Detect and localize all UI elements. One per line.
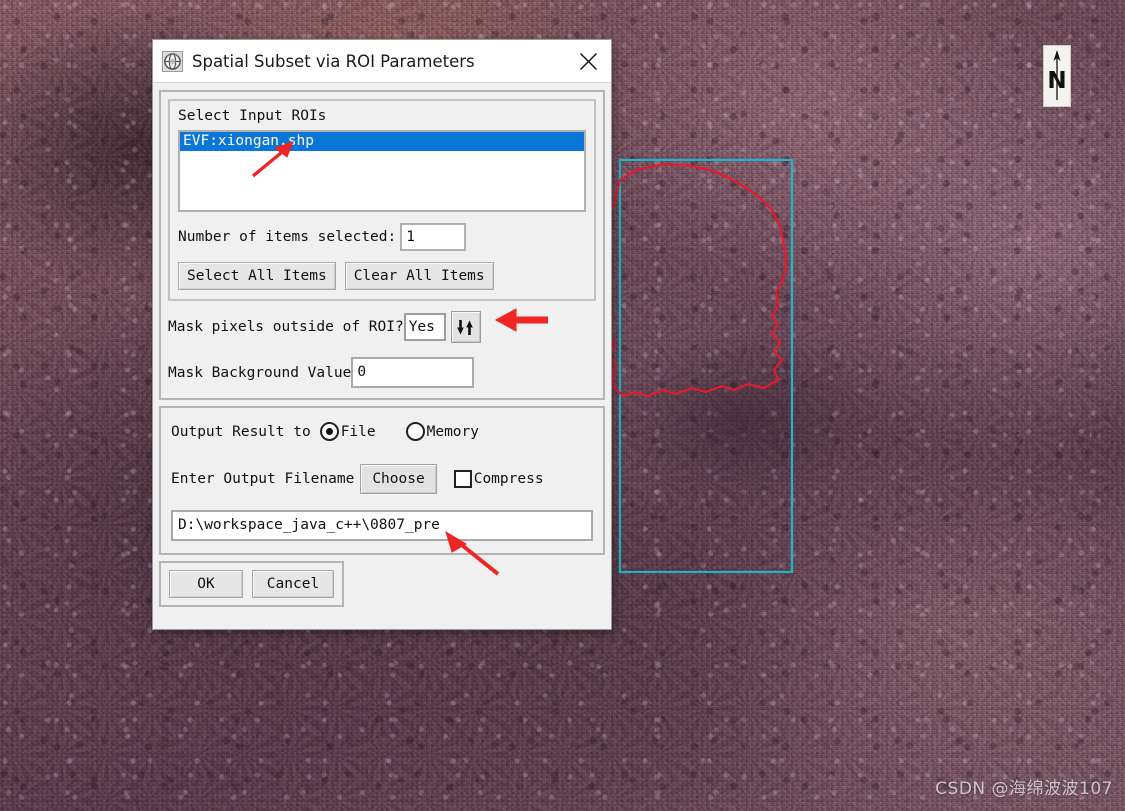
envi-globe-icon [162,50,183,72]
choose-button[interactable]: Choose [360,464,437,494]
compress-checkbox[interactable] [453,470,472,488]
select-input-rois-label: Select Input ROIs [178,108,327,124]
clear-all-items-button[interactable]: Clear All Items [344,262,494,290]
compress-label: Compress [473,471,544,487]
roi-and-mask-panel: Select Input ROIs EVF:xiongan.shp Number… [159,90,605,400]
dialog-body: Select Input ROIs EVF:xiongan.shp Number… [153,83,611,629]
output-file-label: File [340,423,376,440]
output-filename-label: Enter Output Filename [171,471,355,487]
spatial-subset-dialog: Spatial Subset via ROI Parameters Select… [152,39,612,630]
screen: N CSDN @海绵波波107 Spatial Subset via ROI P… [0,0,1125,811]
select-input-rois-group: Select Input ROIs EVF:xiongan.shp Number… [168,99,596,301]
roi-listbox[interactable]: EVF:xiongan.shp [178,130,586,212]
cancel-button[interactable]: Cancel [252,570,334,598]
output-panel: Output Result to File Memory Enter Outpu… [159,406,605,555]
mask-pixels-label: Mask pixels outside of ROI? [168,319,404,335]
list-item[interactable]: EVF:xiongan.shp [180,132,584,151]
close-icon[interactable] [565,41,611,82]
csdn-watermark: CSDN @海绵波波107 [935,779,1113,799]
urban-cluster-shading [600,330,880,510]
output-filename-input[interactable]: D:\workspace_java_c++\0807_pre [171,510,593,541]
mask-pixels-value[interactable]: Yes [403,313,446,341]
items-selected-value[interactable]: 1 [400,223,467,251]
dialog-title: Spatial Subset via ROI Parameters [192,51,475,71]
output-memory-label: Memory [426,423,479,440]
items-selected-row: Number of items selected: 1 [178,223,586,251]
ok-button[interactable]: OK [169,570,243,598]
output-result-row: Output Result to File Memory [171,422,593,441]
svg-text:N: N [1047,68,1066,94]
items-selected-label: Number of items selected: [178,229,397,245]
mask-background-value[interactable]: 0 [351,357,475,388]
mask-pixels-row: Mask pixels outside of ROI? Yes [168,311,596,343]
dialog-footer: OK Cancel [159,561,344,607]
output-memory-radio[interactable] [405,422,425,441]
mask-background-row: Mask Background Value 0 [168,357,596,388]
north-arrow-icon: N [1043,45,1071,107]
mask-background-label: Mask Background Value [168,364,352,381]
select-all-items-button[interactable]: Select All Items [178,262,336,290]
updown-arrows-icon[interactable] [450,311,481,343]
output-filename-row: Enter Output Filename Choose Compress [171,464,593,494]
roi-buttons-row: Select All Items Clear All Items [178,262,586,290]
dialog-titlebar: Spatial Subset via ROI Parameters [153,40,611,83]
output-file-radio[interactable] [319,422,339,441]
output-result-label: Output Result to [171,423,311,440]
